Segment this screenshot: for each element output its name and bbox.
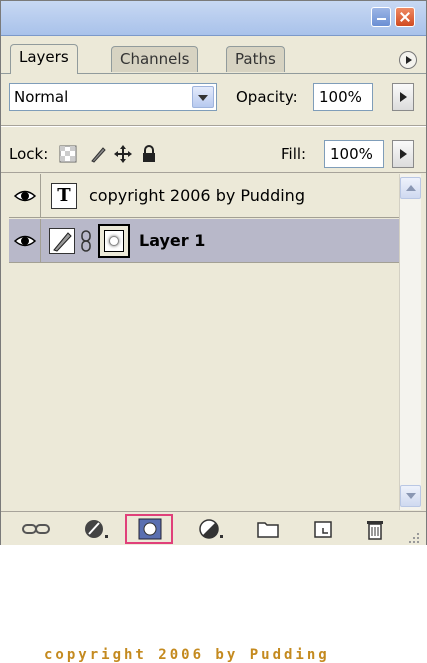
panel-title-bar[interactable] — [1, 1, 426, 36]
layer-mask-thumbnail[interactable] — [98, 224, 130, 258]
link-icon[interactable] — [79, 229, 93, 257]
lock-transparent-pixels-icon[interactable] — [59, 145, 77, 163]
visibility-toggle[interactable] — [9, 174, 41, 218]
close-icon[interactable] — [395, 7, 415, 27]
tab-channels[interactable]: Channels — [111, 46, 199, 72]
lock-label: Lock: — [9, 145, 49, 163]
layer-row-layer-1[interactable]: Layer 1 — [9, 219, 399, 263]
blend-mode-value: Normal — [14, 88, 69, 106]
text-layer-thumbnail: T — [51, 183, 77, 209]
panel-menu-icon[interactable] — [399, 51, 417, 69]
chevron-down-icon[interactable] — [192, 86, 214, 108]
layers-list: T copyright 2006 by Pudding Layer 1 copy… — [9, 174, 399, 663]
link-layers-icon[interactable] — [21, 518, 51, 540]
panel-tabs: Layers Channels Paths — [1, 36, 426, 74]
resize-grip-icon[interactable] — [407, 530, 421, 549]
minimize-icon[interactable] — [371, 7, 391, 27]
fill-slider-button[interactable] — [392, 140, 414, 168]
lock-position-icon[interactable] — [114, 145, 132, 163]
layer-name[interactable]: Layer 1 — [139, 231, 205, 250]
layers-panel: Layers Channels Paths Normal Opacity: 10… — [0, 0, 427, 663]
lock-image-pixels-icon[interactable] — [89, 145, 107, 163]
layer-row-text[interactable]: T copyright 2006 by Pudding — [9, 174, 399, 218]
new-layer-icon[interactable] — [311, 518, 337, 540]
brush-icon — [49, 228, 75, 254]
eye-icon — [13, 190, 37, 202]
adjustment-layer-icon[interactable] — [198, 518, 228, 540]
new-group-icon[interactable] — [255, 518, 281, 540]
visibility-toggle[interactable] — [9, 219, 41, 263]
blend-mode-select[interactable]: Normal — [9, 83, 217, 111]
layers-scrollbar[interactable] — [399, 174, 421, 510]
tab-paths[interactable]: Paths — [226, 46, 285, 72]
eye-icon — [13, 235, 37, 247]
add-layer-mask-icon[interactable] — [138, 518, 162, 540]
scroll-up-icon[interactable] — [400, 177, 421, 199]
canvas-watermark-text: copyright 2006 by Pudding — [44, 647, 330, 663]
opacity-slider-button[interactable] — [392, 83, 414, 111]
fill-label: Fill: — [281, 145, 307, 163]
divider-highlight — [1, 126, 426, 127]
scroll-down-icon[interactable] — [400, 485, 421, 507]
opacity-field[interactable]: 100% — [313, 83, 373, 111]
layer-name[interactable]: copyright 2006 by Pudding — [89, 186, 305, 205]
opacity-label: Opacity: — [236, 88, 298, 106]
fill-field[interactable]: 100% — [324, 140, 384, 168]
lock-all-icon[interactable] — [140, 145, 158, 163]
layer-style-icon[interactable] — [83, 518, 113, 540]
divider — [1, 172, 426, 173]
delete-layer-icon[interactable] — [362, 518, 388, 540]
tab-layers[interactable]: Layers — [10, 44, 78, 74]
layers-toolbar — [1, 511, 426, 545]
